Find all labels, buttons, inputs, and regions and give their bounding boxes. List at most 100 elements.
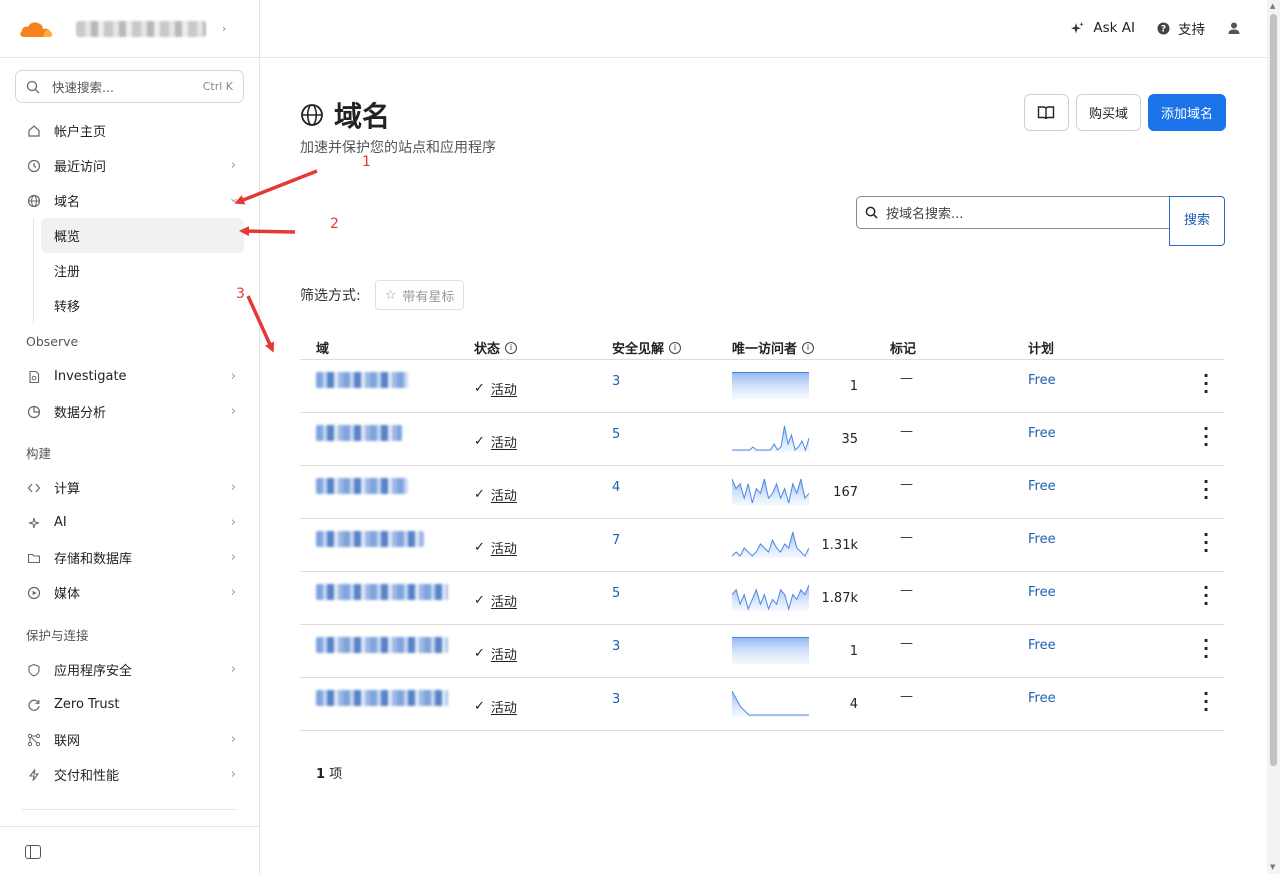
tags-value: — [900,371,913,386]
docs-button[interactable] [1023,94,1069,131]
security-insights-link[interactable]: 7 [612,533,620,548]
user-menu-button[interactable] [1227,21,1241,35]
more-options-icon[interactable]: · · · [1200,368,1212,400]
security-insights-link[interactable]: 5 [612,586,620,601]
plan-link[interactable]: Free [1028,638,1056,653]
more-options-icon[interactable]: · · · [1200,474,1212,506]
unique-visitors-value: 1.31k [821,538,858,553]
info-icon[interactable]: i [505,341,518,354]
info-icon[interactable]: i [669,341,682,354]
domain-search-button[interactable]: 搜索 [1169,196,1225,246]
domain-name-redacted[interactable] [316,478,408,494]
top-actions: Ask AI ? 支持 [1070,18,1241,38]
security-insights-link[interactable]: 3 [612,692,620,707]
domain-search-input[interactable]: 按域名搜索... [856,196,1171,229]
status-link[interactable]: 活动 [491,538,517,557]
sidebar-item-investigate[interactable]: Investigate › [0,359,260,394]
status-link[interactable]: 活动 [491,432,517,451]
sidebar-item-media[interactable]: 媒体 › [0,575,260,610]
column-header-plan[interactable]: 计划 [1028,338,1054,357]
quick-search-input[interactable]: 快速搜索... Ctrl K [15,70,244,103]
domain-name-redacted[interactable] [316,531,424,547]
domain-name-redacted[interactable] [316,637,448,653]
chevron-right-icon: › [230,585,236,600]
scrollbar-thumb[interactable] [1270,14,1277,766]
page-scrollbar[interactable]: ▲ ▼ [1267,0,1280,874]
plan-link[interactable]: Free [1028,585,1056,600]
sidebar-item-zero-trust[interactable]: Zero Trust [0,687,260,722]
column-header-insights[interactable]: 安全见解 i [612,338,682,357]
more-options-icon[interactable]: · · · [1200,580,1212,612]
column-header-visitors[interactable]: 唯一访问者 i [732,338,815,357]
sidebar-item-storage[interactable]: 存储和数据库 › [0,540,260,575]
account-chevron-icon[interactable]: › [222,22,226,35]
ask-ai-button[interactable]: Ask AI [1070,20,1135,36]
topbar: Ask AI ? 支持 [260,0,1267,58]
document-search-icon [26,369,42,385]
sidebar-item-analytics[interactable]: 数据分析 › [0,394,260,429]
status-link[interactable]: 活动 [491,379,517,398]
status-link[interactable]: 活动 [491,485,517,504]
plan-link[interactable]: Free [1028,691,1056,706]
cloudflare-logo-icon[interactable] [18,19,54,39]
sidebar-item-recent[interactable]: 最近访问 › [0,148,260,183]
more-options-icon[interactable]: · · · [1200,527,1212,559]
sidebar-subitem-transfer[interactable]: 转移 [41,288,244,323]
domain-search: 按域名搜索... 搜索 [856,196,1226,246]
plan-link[interactable]: Free [1028,426,1056,441]
domain-name-redacted[interactable] [316,372,408,388]
sidebar-item-networking[interactable]: 联网 › [0,722,260,757]
table-row[interactable]: ✓ 活动 5 35 — Free · · · [300,413,1224,466]
domain-name-redacted[interactable] [316,584,448,600]
support-button[interactable]: ? 支持 [1157,18,1205,38]
unique-visitors-value: 1 [849,644,858,659]
more-options-icon[interactable]: · · · [1200,421,1212,453]
starred-filter-button[interactable]: ☆ 带有星标 [374,280,465,310]
more-options-icon[interactable]: · · · [1200,633,1212,665]
unique-visitors-value: 35 [841,432,858,447]
sidebar-item-home[interactable]: 帐户主页 [0,113,260,148]
security-insights-link[interactable]: 4 [612,480,620,495]
security-insights-link[interactable]: 5 [612,427,620,442]
domain-name-redacted[interactable] [316,690,448,706]
add-domain-button[interactable]: 添加域名 [1147,94,1226,131]
domain-search-placeholder: 按域名搜索... [886,207,964,222]
table-row[interactable]: ✓ 活动 3 4 — Free · · · [300,678,1224,731]
table-row[interactable]: ✓ 活动 3 1 — Free · · · [300,360,1224,413]
table-row[interactable]: ✓ 活动 5 1.87k — Free · · · [300,572,1224,625]
chevron-right-icon: › [230,550,236,565]
column-header-tags[interactable]: 标记 [890,338,916,357]
table-row[interactable]: ✓ 活动 3 1 — Free · · · [300,625,1224,678]
sidebar-subitem-overview[interactable]: 概览 [41,218,244,253]
more-options-icon[interactable]: · · · [1200,686,1212,718]
security-insights-link[interactable]: 3 [612,639,620,654]
chevron-right-icon: › [230,515,236,530]
sidebar-item-compute[interactable]: 计算 › [0,470,260,505]
status-cell: ✓ 活动 [474,485,517,504]
plan-link[interactable]: Free [1028,373,1056,388]
status-link[interactable]: 活动 [491,697,517,716]
scroll-down-icon[interactable]: ▼ [1270,863,1275,871]
column-header-domain[interactable]: 域 [316,338,329,357]
account-name-redacted[interactable] [76,20,206,37]
collapse-sidebar-icon[interactable] [25,845,41,859]
status-link[interactable]: 活动 [491,591,517,610]
sidebar-item-domains[interactable]: 域名 › [0,183,260,218]
info-icon[interactable]: i [802,341,815,354]
column-header-status[interactable]: 状态 i [474,338,518,357]
scroll-up-icon[interactable]: ▲ [1270,2,1275,10]
filter-bar: 筛选方式: ☆ 带有星标 [300,280,465,310]
security-insights-link[interactable]: 3 [612,374,620,389]
check-icon: ✓ [474,699,485,714]
status-link[interactable]: 活动 [491,644,517,663]
sidebar-item-app-security[interactable]: 应用程序安全 › [0,652,260,687]
sidebar-subitem-register[interactable]: 注册 [41,253,244,288]
table-row[interactable]: ✓ 活动 7 1.31k — Free · · · [300,519,1224,572]
sidebar-item-ai[interactable]: AI › [0,505,260,540]
domain-name-redacted[interactable] [316,425,402,441]
plan-link[interactable]: Free [1028,532,1056,547]
plan-link[interactable]: Free [1028,479,1056,494]
sidebar-item-delivery[interactable]: 交付和性能 › [0,757,260,792]
table-row[interactable]: ✓ 活动 4 167 — Free · · · [300,466,1224,519]
buy-domain-button[interactable]: 购买域 [1075,94,1141,131]
